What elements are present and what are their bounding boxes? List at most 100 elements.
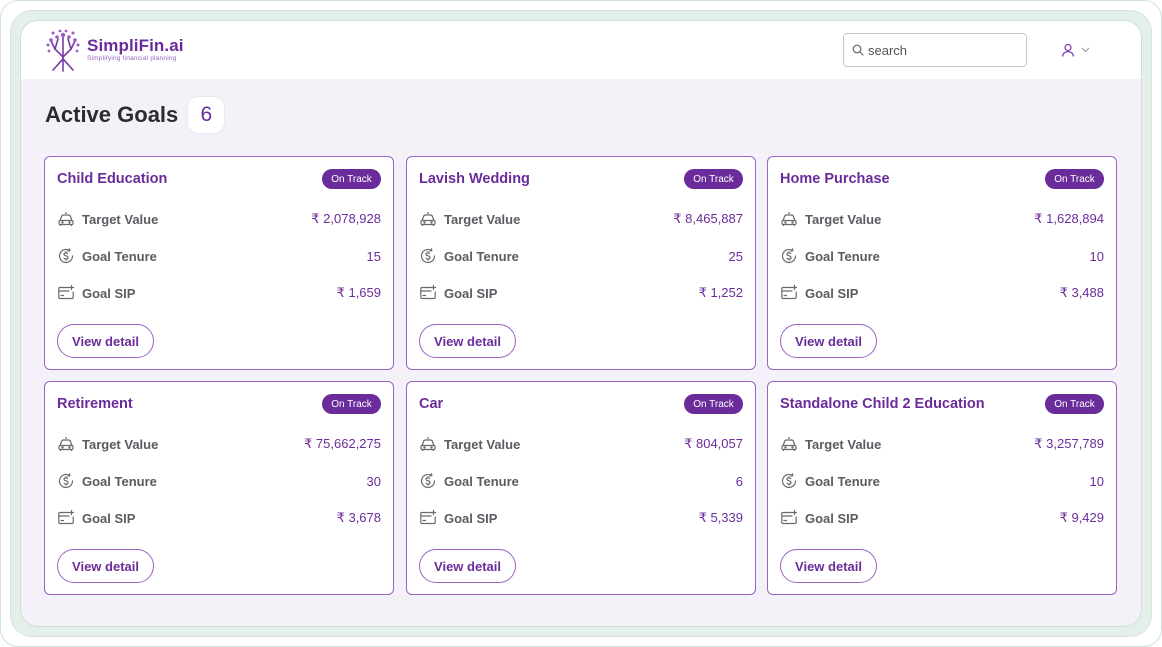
target-value-row: Target Value ₹ 3,257,789 [780,434,1104,454]
car-icon [58,212,74,226]
goal-tenure-row: Goal Tenure 15 [57,246,381,266]
goal-sip-row: Goal SIP ₹ 3,488 [780,283,1104,303]
brand-logo[interactable]: SimpliFin.ai Simplifying financial plann… [43,27,184,73]
card-plus-icon [58,509,75,525]
target-value-amount: ₹ 8,465,887 [673,211,743,226]
page-title: Active Goals [45,102,179,127]
search-box[interactable] [843,33,1027,67]
coin-cycle-icon [781,473,797,489]
view-detail-button[interactable]: View detail [57,324,154,358]
brand-name: SimpliFin.ai [87,36,184,56]
coin-cycle-icon [420,248,436,264]
card-plus-icon [781,509,798,525]
target-value-amount: ₹ 75,662,275 [304,436,381,451]
chevron-down-icon [1081,47,1090,53]
card-plus-icon [420,509,437,525]
view-detail-button[interactable]: View detail [419,549,516,583]
target-value-row: Target Value ₹ 2,078,928 [57,209,381,229]
goal-sip-amount: ₹ 1,659 [336,285,381,300]
target-value-label: Target Value [444,211,521,227]
goal-sip-row: Goal SIP ₹ 5,339 [419,508,743,528]
goal-sip-label: Goal SIP [805,285,859,301]
goal-card: Standalone Child 2 Education On Track Ta… [767,381,1117,595]
target-value-amount: ₹ 2,078,928 [311,211,381,226]
brand-tagline: Simplifying financial planning [87,55,177,63]
goal-sip-amount: ₹ 9,429 [1059,510,1104,525]
goal-sip-label: Goal SIP [444,510,498,526]
goal-card: Lavish Wedding On Track Target Value ₹ 8… [406,156,756,370]
goal-card: Car On Track Target Value ₹ 804,057 Goal… [406,381,756,595]
coin-cycle-icon [58,248,74,264]
goal-tenure-value: 25 [728,248,743,264]
coin-cycle-icon [781,248,797,264]
target-value-amount: ₹ 804,057 [684,436,743,451]
target-value-label: Target Value [82,436,159,452]
goal-tenure-value: 10 [1089,473,1104,489]
goal-title: Lavish Wedding [419,171,530,187]
target-value-amount: ₹ 3,257,789 [1034,436,1104,451]
goal-title: Home Purchase [780,171,890,187]
goal-sip-label: Goal SIP [82,285,136,301]
target-value-amount: ₹ 1,628,894 [1034,211,1104,226]
card-plus-icon [420,284,437,300]
view-detail-button[interactable]: View detail [57,549,154,583]
goal-tenure-row: Goal Tenure 30 [57,471,381,491]
goal-sip-label: Goal SIP [82,510,136,526]
goal-tenure-row: Goal Tenure 6 [419,471,743,491]
status-badge: On Track [322,394,381,414]
goal-tenure-value: 6 [735,473,743,489]
view-detail-button[interactable]: View detail [419,324,516,358]
status-badge: On Track [322,169,381,189]
car-icon [420,437,436,451]
target-value-row: Target Value ₹ 75,662,275 [57,434,381,454]
tree-logo-icon [46,29,80,72]
goal-sip-label: Goal SIP [444,285,498,301]
goal-tenure-label: Goal Tenure [444,248,519,264]
goal-sip-row: Goal SIP ₹ 1,659 [57,283,381,303]
status-badge: On Track [1045,169,1104,189]
target-value-label: Target Value [805,211,882,227]
goal-title: Standalone Child 2 Education [780,396,985,412]
goal-sip-row: Goal SIP ₹ 3,678 [57,508,381,528]
goal-sip-amount: ₹ 3,488 [1059,285,1104,300]
target-value-label: Target Value [444,436,521,452]
app-window: SimpliFin.ai Simplifying financial plann… [20,20,1142,627]
goal-tenure-label: Goal Tenure [82,473,157,489]
coin-cycle-icon [58,473,74,489]
goal-tenure-value: 30 [366,473,381,489]
car-icon [420,212,436,226]
top-navigation-bar: SimpliFin.ai Simplifying financial plann… [21,21,1141,79]
coin-cycle-icon [420,473,436,489]
target-value-row: Target Value ₹ 8,465,887 [419,209,743,229]
goal-sip-amount: ₹ 1,252 [698,285,743,300]
user-menu[interactable] [1061,41,1090,59]
goal-tenure-row: Goal Tenure 10 [780,471,1104,491]
goal-tenure-row: Goal Tenure 25 [419,246,743,266]
car-icon [781,437,797,451]
goal-count-badge: 6 [188,97,225,133]
view-detail-button[interactable]: View detail [780,549,877,583]
goal-tenure-label: Goal Tenure [82,248,157,264]
goal-tenure-label: Goal Tenure [805,248,880,264]
card-plus-icon [58,284,75,300]
target-value-row: Target Value ₹ 804,057 [419,434,743,454]
search-icon [852,44,864,56]
goal-sip-row: Goal SIP ₹ 1,252 [419,283,743,303]
search-input[interactable] [868,42,1018,58]
target-value-row: Target Value ₹ 1,628,894 [780,209,1104,229]
goal-tenure-value: 10 [1089,248,1104,264]
goal-sip-amount: ₹ 5,339 [698,510,743,525]
goal-card: Home Purchase On Track Target Value ₹ 1,… [767,156,1117,370]
goal-title: Retirement [57,396,133,412]
goal-tenure-label: Goal Tenure [805,473,880,489]
card-plus-icon [781,284,798,300]
goal-sip-label: Goal SIP [805,510,859,526]
goal-card: Retirement On Track Target Value ₹ 75,66… [44,381,394,595]
goal-sip-amount: ₹ 3,678 [336,510,381,525]
goal-card: Child Education On Track Target Value ₹ … [44,156,394,370]
status-badge: On Track [1045,394,1104,414]
goal-tenure-value: 15 [366,248,381,264]
view-detail-button[interactable]: View detail [780,324,877,358]
goal-tenure-label: Goal Tenure [444,473,519,489]
car-icon [58,437,74,451]
